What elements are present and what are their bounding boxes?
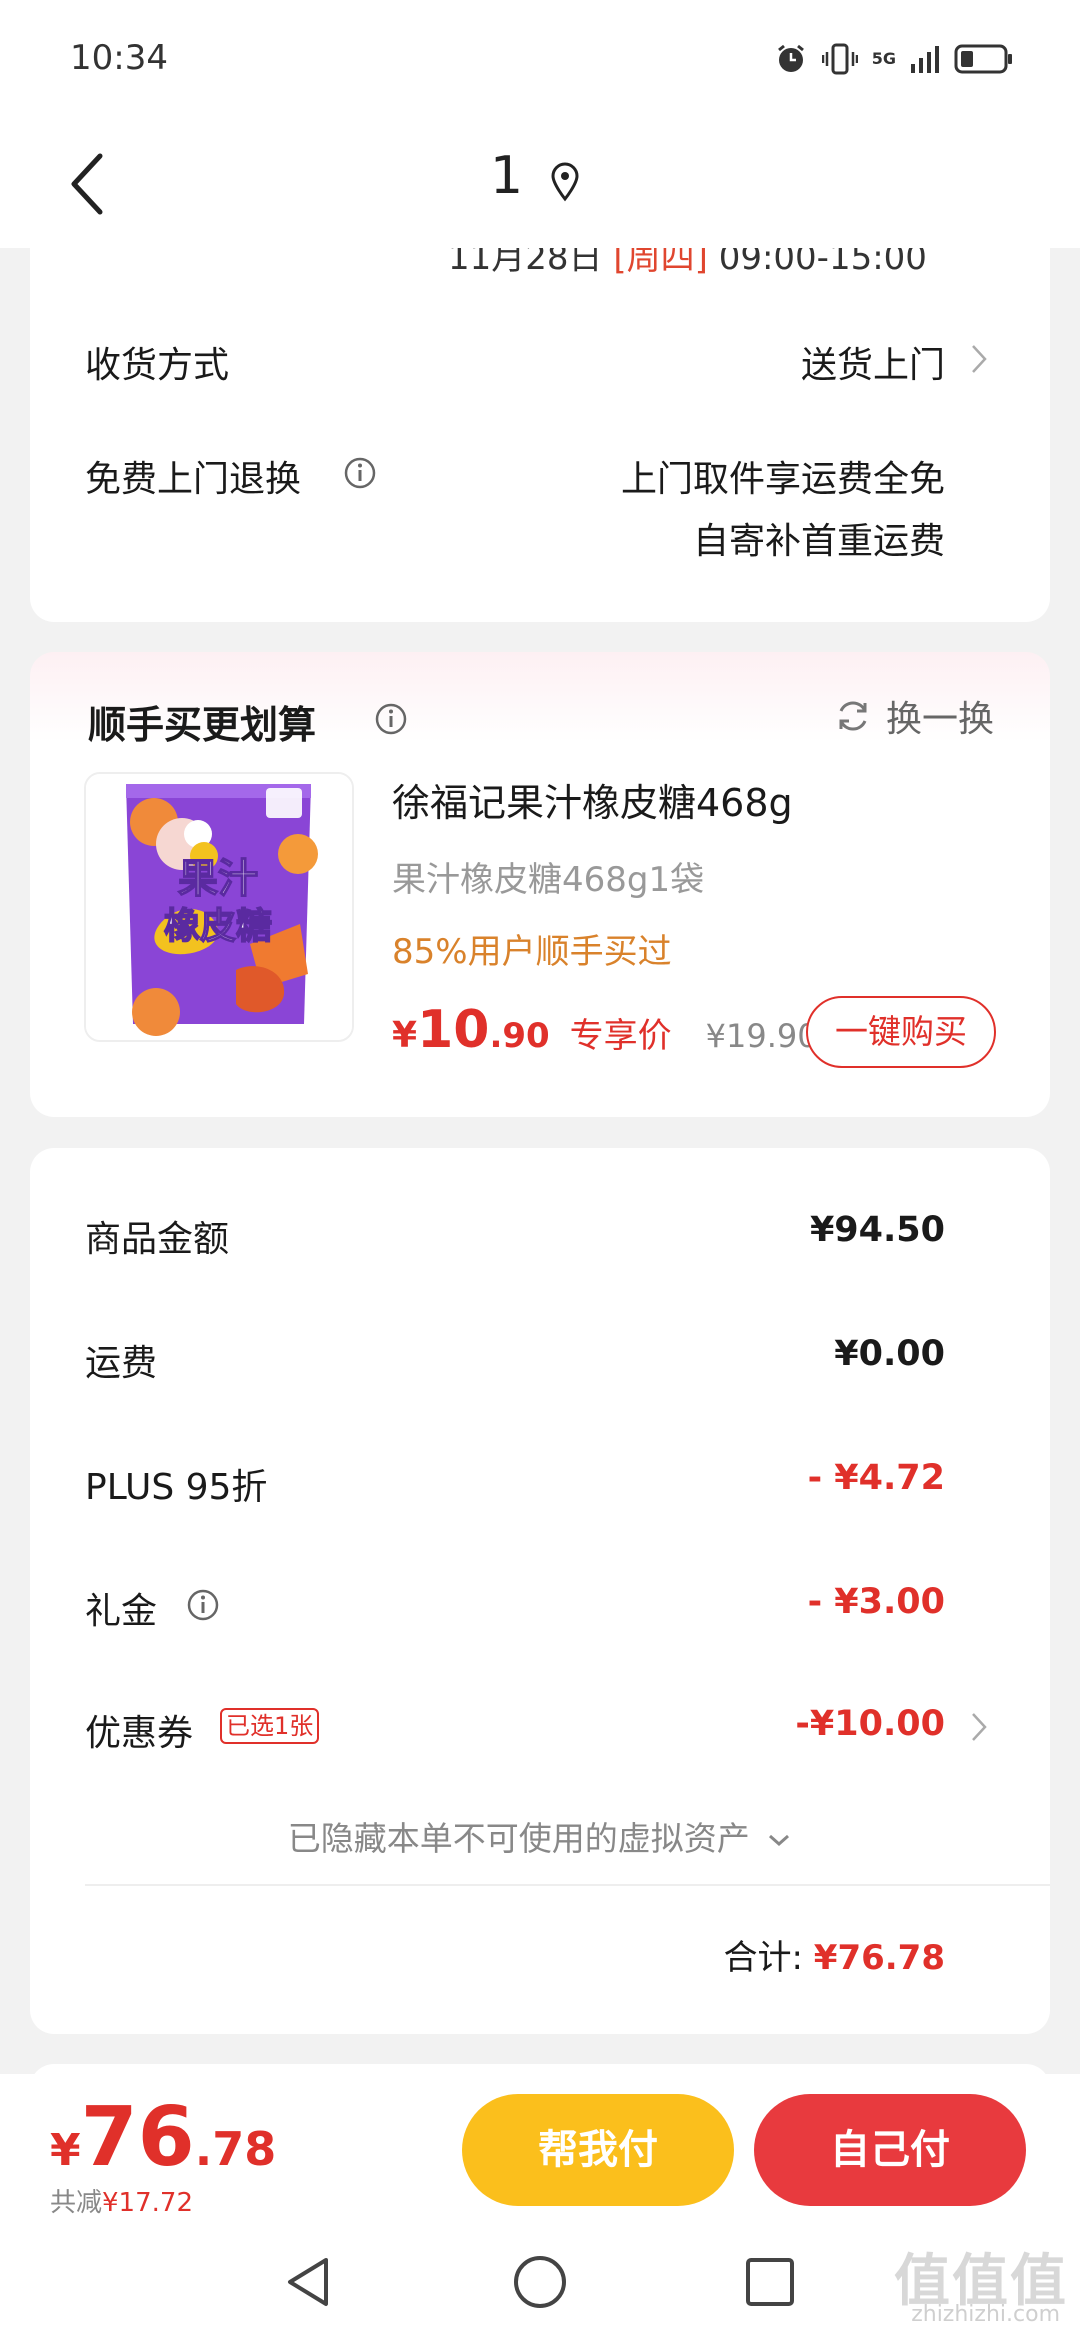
status-icons: 5G [774,42,1014,76]
payable-total: ¥ 76 .78 [50,2090,276,2185]
payable-integer: 76 [80,2090,195,2185]
goods-amount-label: 商品金额 [85,1219,230,1260]
divider [85,1884,1050,1886]
addon-card: 顺手买更划算 换一换 果汁 橡皮糖 徐福记果汁橡皮糖468g 果汁橡皮糖468g… [30,652,1050,1117]
back-arrow-icon[interactable] [60,148,120,220]
free-return-value-1: 上门取件享运费全免 [620,459,945,500]
goods-amount-value: ¥94.50 [809,1210,945,1250]
battery-icon [954,44,1012,74]
delivery-method-value[interactable]: 送货上门 [801,336,945,388]
saved-value: ¥17.72 [102,2188,193,2218]
status-bar: 10:34 5G [0,0,1080,120]
checkout-bar: ¥ 76 .78 共减¥17.72 帮我付 自己付 [0,2074,1080,2224]
one-click-buy-button[interactable]: 一键购买 [806,996,996,1068]
product-name[interactable]: 徐福记果汁橡皮糖468g [392,772,793,827]
coupon-selected-badge: 已选1张 [220,1708,320,1744]
info-icon[interactable] [186,1588,220,1622]
plus-discount-value: - ¥4.72 [807,1458,945,1498]
coupon-value[interactable]: -¥10.00 [795,1704,945,1744]
free-return-label: 免费上门退换 [85,459,302,500]
status-time: 10:34 [70,38,168,78]
gift-money-label: 礼金 [85,1591,158,1632]
back-triangle-icon[interactable] [278,2250,342,2314]
chevron-right-icon[interactable] [970,1710,988,1744]
payable-symbol: ¥ [50,2125,81,2176]
coupon-label: 优惠券 [85,1713,194,1754]
product-price: ¥ 10 .90 专享价 ¥19.90 [392,1000,818,1060]
hidden-assets-text: 已隐藏本单不可使用的虚拟资产 [287,1819,750,1858]
saved-label: 共减 [50,2188,103,2218]
page-title: 1 [490,146,524,206]
product-image-text-1: 果汁 [178,856,258,902]
order-total-value: ¥76.78 [813,1938,945,1978]
delivery-card: 11月28日 [周四] 09:00-15:00 收货方式 送货上门 免费上门退换… [30,210,1050,622]
free-return-value-2: 自寄补首重运费 [692,521,945,562]
candy-bag-image: 果汁 橡皮糖 [86,774,352,1040]
product-image-text-2: 橡皮糖 [164,906,272,947]
product-image[interactable]: 果汁 橡皮糖 [84,772,354,1042]
home-circle-icon[interactable] [508,2250,572,2314]
location-pin-icon[interactable] [550,162,580,202]
signal-icon [911,46,939,73]
info-icon[interactable] [343,456,377,490]
addon-title: 顺手买更划算 [88,703,317,747]
price-symbol: ¥ [392,1015,418,1056]
chevron-down-icon [769,1834,790,1846]
nav-bar: 1 [0,120,1080,248]
order-total-label: 合计: [723,1938,803,1978]
vibrate-icon [821,43,858,75]
original-price: ¥19.90 [705,1017,818,1055]
pay-myself-button[interactable]: 自己付 [754,2094,1026,2206]
product-spec: 果汁橡皮糖468g1袋 [392,860,705,900]
refresh-icon [839,701,867,731]
order-summary-card: 商品金额 ¥94.50 运费 ¥0.00 PLUS 95折 - ¥4.72 礼金… [30,1148,1050,2034]
order-total: 合计: ¥76.78 [724,1930,945,1979]
plus-discount-label: PLUS 95折 [85,1467,268,1508]
total-saved: 共减¥17.72 [50,2182,193,2219]
delivery-method-label: 收货方式 [85,345,230,386]
help-me-pay-button[interactable]: 帮我付 [462,2094,734,2206]
watermark-url: zhizhizhi.com [911,2302,1060,2327]
shipping-value: ¥0.00 [834,1334,945,1374]
chevron-right-icon[interactable] [970,342,988,376]
alarm-icon [777,44,804,72]
network-type: 5G [871,49,896,68]
payable-decimal: .78 [194,2122,277,2176]
exclusive-price-label: 专享价 [569,1016,672,1056]
price-decimal: .90 [489,1016,550,1056]
price-integer: 10 [417,1000,490,1060]
product-tag: 85%用户顺手买过 [392,932,672,972]
gift-money-value: - ¥3.00 [807,1582,945,1622]
shipping-label: 运费 [85,1343,158,1384]
swap-label: 换一换 [885,699,994,740]
swap-button[interactable]: 换一换 [834,690,994,742]
info-icon[interactable] [374,702,408,736]
recents-square-icon[interactable] [738,2250,802,2314]
hidden-assets-toggle[interactable]: 已隐藏本单不可使用的虚拟资产 [30,1812,1050,1860]
